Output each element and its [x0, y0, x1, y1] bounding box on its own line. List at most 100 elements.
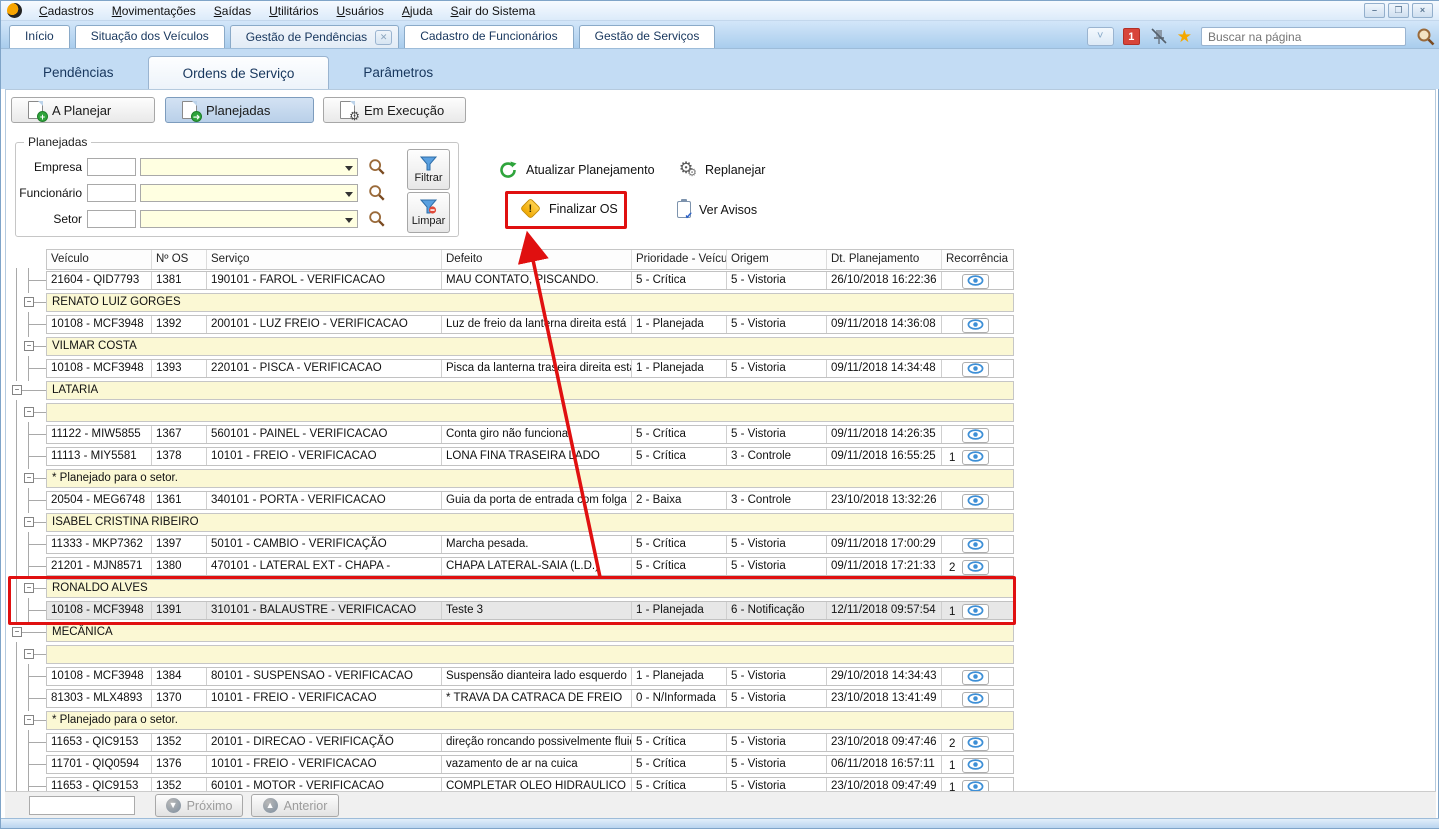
column-header-veiculo[interactable]: Veículo: [47, 250, 152, 269]
column-header-n-os[interactable]: Nº OS: [152, 250, 207, 269]
table-row-cells[interactable]: 20504 - MEG67481361340101 - PORTA - VERI…: [46, 491, 1014, 510]
table-row-cells[interactable]: 10108 - MCF3948138480101 - SUSPENSAO - V…: [46, 667, 1014, 686]
table-row-cells[interactable]: 10108 - MCF39481393220101 - PISCA - VERI…: [46, 359, 1014, 378]
subtab-pendencias[interactable]: Pendências: [9, 56, 148, 89]
notification-badge[interactable]: 1: [1123, 28, 1140, 45]
group-label[interactable]: RONALDO ALVES: [46, 579, 1014, 598]
group-label[interactable]: [46, 403, 1014, 422]
view-details-button[interactable]: [962, 318, 989, 333]
column-header-servico[interactable]: Serviço: [207, 250, 442, 269]
group-label[interactable]: [46, 645, 1014, 664]
table-row-cells[interactable]: 10108 - MCF39481391310101 - BALAUSTRE - …: [46, 601, 1014, 620]
view-details-button[interactable]: [962, 362, 989, 377]
view-details-button[interactable]: [962, 494, 989, 509]
group-label[interactable]: VILMAR COSTA: [46, 337, 1014, 356]
row-search-input[interactable]: [29, 796, 135, 815]
setor-combo[interactable]: [140, 210, 358, 228]
group-label[interactable]: LATARIA: [46, 381, 1014, 400]
tab-situacao-dos-veiculos[interactable]: Situação dos Veículos: [75, 25, 225, 48]
table-row-cells[interactable]: 11653 - QIC9153135260101 - MOTOR - VERIF…: [46, 777, 1014, 791]
table-row-cells[interactable]: 11333 - MKP7362139750101 - CAMBIO - VERI…: [46, 535, 1014, 554]
setor-code-input[interactable]: [87, 210, 136, 228]
view-details-button[interactable]: [962, 758, 989, 773]
funcionario-combo[interactable]: [140, 184, 358, 202]
group-label[interactable]: * Planejado para o setor.: [46, 711, 1014, 730]
group-label[interactable]: RENATO LUIZ GORGES: [46, 293, 1014, 312]
menu-item-sair-do-sistema[interactable]: Sair do Sistema: [442, 2, 545, 20]
toolbar-planejadas[interactable]: ➜Planejadas: [165, 97, 314, 123]
search-icon[interactable]: [1415, 26, 1436, 47]
tree-collapse-icon[interactable]: −: [24, 341, 34, 351]
menu-item-saidas[interactable]: Saídas: [205, 2, 260, 20]
restore-button[interactable]: ❐: [1388, 3, 1409, 18]
tree-collapse-icon[interactable]: −: [24, 473, 34, 483]
view-details-button[interactable]: [962, 670, 989, 685]
tree-collapse-icon[interactable]: −: [24, 517, 34, 527]
column-header-dt-planejamento[interactable]: Dt. Planejamento: [827, 250, 942, 269]
view-details-button[interactable]: [962, 538, 989, 553]
group-label[interactable]: * Planejado para o setor.: [46, 469, 1014, 488]
table-row-cells[interactable]: 10108 - MCF39481392200101 - LUZ FREIO - …: [46, 315, 1014, 334]
column-header-defeito[interactable]: Defeito: [442, 250, 632, 269]
chevron-down-icon[interactable]: ˅: [1087, 27, 1114, 46]
empresa-lookup-icon[interactable]: [367, 157, 386, 176]
tree-collapse-icon[interactable]: −: [24, 715, 34, 725]
view-details-button[interactable]: [962, 736, 989, 751]
funcionario-lookup-icon[interactable]: [367, 183, 386, 202]
minimize-button[interactable]: –: [1364, 3, 1385, 18]
finalizar-os-button[interactable]: ! Finalizar OS: [520, 199, 618, 218]
view-details-button[interactable]: [962, 604, 989, 619]
view-details-button[interactable]: [962, 450, 989, 465]
toolbar-em-execucao[interactable]: ⚙Em Execução: [323, 97, 466, 123]
tree-collapse-icon[interactable]: −: [12, 385, 22, 395]
menu-item-ajuda[interactable]: Ajuda: [393, 2, 442, 20]
table-row-cells[interactable]: 81303 - MLX4893137010101 - FREIO - VERIF…: [46, 689, 1014, 708]
view-details-button[interactable]: [962, 560, 989, 575]
menu-item-movimentacoes[interactable]: Movimentações: [103, 2, 205, 20]
tab-cadastro-de-funcionarios[interactable]: Cadastro de Funcionários: [404, 25, 573, 48]
anterior-button[interactable]: ▲ Anterior: [251, 794, 339, 817]
tree-collapse-icon[interactable]: −: [24, 407, 34, 417]
view-details-button[interactable]: [962, 274, 989, 289]
view-details-button[interactable]: [962, 780, 989, 791]
pin-disabled-icon[interactable]: [1149, 27, 1168, 46]
group-label[interactable]: MECÂNICA: [46, 623, 1014, 642]
tree-collapse-icon[interactable]: −: [24, 649, 34, 659]
group-label[interactable]: ISABEL CRISTINA RIBEIRO: [46, 513, 1014, 532]
view-details-button[interactable]: [962, 428, 989, 443]
proximo-button[interactable]: ▼ Próximo: [155, 794, 243, 817]
tree-collapse-icon[interactable]: −: [24, 583, 34, 593]
column-header-prioridade-veiculo[interactable]: Prioridade - Veículo: [632, 250, 727, 269]
table-row-cells[interactable]: 11653 - QIC9153135220101 - DIRECAO - VER…: [46, 733, 1014, 752]
page-search-input[interactable]: [1201, 27, 1406, 46]
menu-item-utilitarios[interactable]: Utilitários: [260, 2, 327, 20]
column-header-recorrencia[interactable]: Recorrência: [942, 250, 1015, 269]
replanejar-button[interactable]: ⚙⚙ Replanejar: [675, 161, 765, 179]
tree-collapse-icon[interactable]: −: [12, 627, 22, 637]
tab-gestao-de-servicos[interactable]: Gestão de Serviços: [579, 25, 716, 48]
table-row-cells[interactable]: 21201 - MJN85711380470101 - LATERAL EXT …: [46, 557, 1014, 576]
tab-inicio[interactable]: Início: [9, 25, 70, 48]
tree-collapse-icon[interactable]: −: [24, 297, 34, 307]
close-button[interactable]: ×: [1412, 3, 1433, 18]
empresa-combo[interactable]: [140, 158, 358, 176]
table-row-cells[interactable]: 21604 - QID77931381190101 - FAROL - VERI…: [46, 271, 1014, 290]
setor-lookup-icon[interactable]: [367, 209, 386, 228]
filtrar-button[interactable]: Filtrar: [407, 149, 450, 190]
table-row-cells[interactable]: 11113 - MIY5581137810101 - FREIO - VERIF…: [46, 447, 1014, 466]
funcionario-code-input[interactable]: [87, 184, 136, 202]
subtab-parametros[interactable]: Parâmetros: [329, 56, 467, 89]
menu-item-usuarios[interactable]: Usuários: [327, 2, 392, 20]
limpar-button[interactable]: Limpar: [407, 192, 450, 233]
toolbar-a-planejar[interactable]: +A Planejar: [11, 97, 155, 123]
table-row-cells[interactable]: 11122 - MIW58551367560101 - PAINEL - VER…: [46, 425, 1014, 444]
empresa-code-input[interactable]: [87, 158, 136, 176]
menu-item-cadastros[interactable]: Cadastros: [30, 2, 103, 20]
ver-avisos-button[interactable]: Ver Avisos: [677, 201, 757, 218]
subtab-ordens-de-servico[interactable]: Ordens de Serviço: [148, 56, 330, 89]
view-details-button[interactable]: [962, 692, 989, 707]
column-header-origem[interactable]: Origem: [727, 250, 827, 269]
tab-close-icon[interactable]: ✕: [375, 30, 392, 45]
favorite-star-icon[interactable]: ★: [1177, 28, 1192, 45]
atualizar-planejamento-button[interactable]: Atualizar Planejamento: [498, 160, 655, 180]
